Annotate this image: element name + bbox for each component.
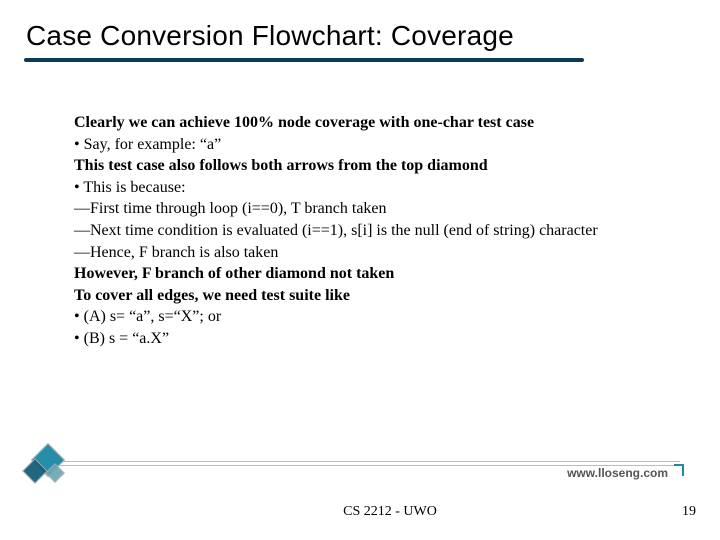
bullet-text: (B) s = “a.X”	[84, 330, 169, 347]
accent-diamonds-icon	[26, 444, 78, 484]
dash-text: Next time condition is evaluated (i==1),…	[90, 222, 598, 239]
page-number: 19	[682, 504, 696, 520]
dash-text: First time through loop (i==0), T branch…	[90, 200, 387, 217]
dash-text: Hence, F branch is also taken	[90, 244, 278, 261]
footer-course: CS 2212 - UWO	[0, 504, 720, 520]
footer-url: www.lloseng.com	[567, 466, 668, 480]
body-content: Clearly we can achieve 100% node coverag…	[74, 112, 664, 350]
bullet-item: (A) s= “a”, s=“X”; or	[74, 306, 664, 328]
dash-item: Next time condition is evaluated (i==1),…	[74, 220, 664, 242]
divider-line	[60, 461, 680, 462]
corner-accent-icon	[674, 464, 684, 476]
bullet-text: Say, for example: “a”	[84, 136, 222, 153]
paragraph: However, F branch of other diamond not t…	[74, 263, 664, 285]
dash-item: First time through loop (i==0), T branch…	[74, 198, 664, 220]
bullet-item: Say, for example: “a”	[74, 134, 664, 156]
bullet-item: This is because:	[74, 177, 664, 199]
paragraph: Clearly we can achieve 100% node coverag…	[74, 112, 664, 134]
bullet-text: This is because:	[83, 179, 185, 196]
bullet-text: (A) s= “a”, s=“X”; or	[84, 308, 222, 325]
title-underline	[24, 58, 584, 62]
paragraph: To cover all edges, we need test suite l…	[74, 285, 664, 307]
bullet-item: (B) s = “a.X”	[74, 328, 664, 350]
dash-item: Hence, F branch is also taken	[74, 242, 664, 264]
slide-title: Case Conversion Flowchart: Coverage	[26, 20, 514, 52]
paragraph: This test case also follows both arrows …	[74, 155, 664, 177]
